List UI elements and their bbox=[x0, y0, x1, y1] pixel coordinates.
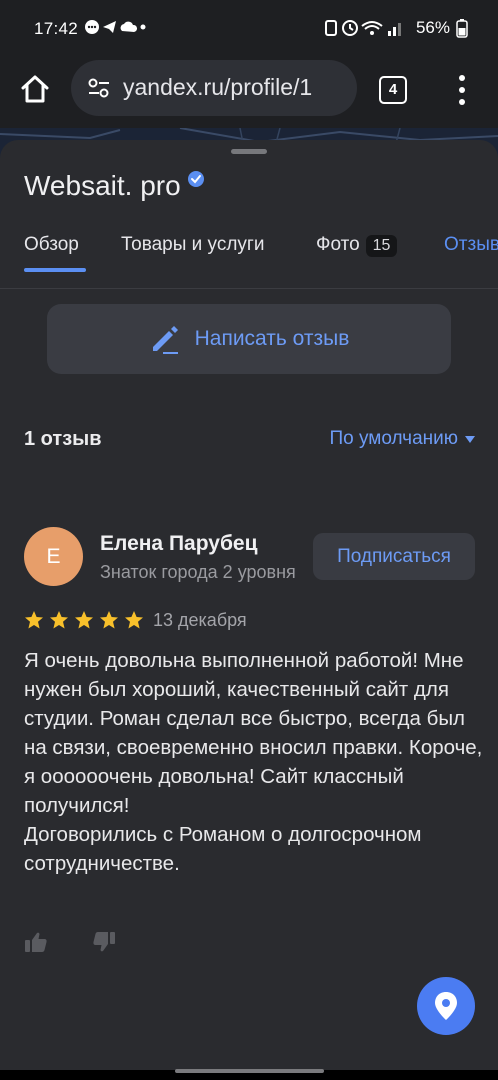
tab-goods-services[interactable]: Товары и услуги bbox=[121, 234, 264, 256]
org-name: Websait. pro bbox=[24, 170, 181, 201]
star-icon bbox=[50, 611, 68, 629]
place-card-sheet: Websait. pro Обзор Товары и услуги Фото 1… bbox=[0, 140, 498, 1070]
subscribe-button[interactable]: Подписаться bbox=[313, 533, 475, 580]
battery-icon bbox=[456, 19, 468, 38]
system-icons: 56% bbox=[324, 18, 468, 38]
map-pin-icon bbox=[435, 992, 457, 1020]
like-button[interactable] bbox=[24, 931, 48, 958]
star-icon bbox=[25, 611, 43, 629]
pencil-icon bbox=[152, 326, 178, 354]
active-tab-indicator bbox=[24, 268, 86, 272]
star-icon bbox=[75, 611, 93, 629]
star-icon bbox=[100, 611, 118, 629]
caret-down-icon bbox=[465, 436, 475, 443]
more-vert-icon[interactable] bbox=[455, 72, 469, 106]
review-date: 13 декабря bbox=[153, 610, 247, 630]
tab-overview[interactable]: Обзор bbox=[24, 234, 79, 256]
tabs-bar: Обзор Товары и услуги Фото15 Отзывы bbox=[0, 230, 498, 289]
home-button[interactable] bbox=[18, 72, 52, 106]
notification-icons bbox=[84, 17, 146, 37]
browser-toolbar: yandex.ru/profile/1 4 bbox=[0, 58, 498, 128]
review-paragraph: Я очень довольна выполненной работой! Мн… bbox=[24, 649, 483, 817]
sheet-grabber[interactable] bbox=[231, 149, 267, 154]
star-icon bbox=[125, 611, 143, 629]
sort-label: По умолчанию bbox=[329, 428, 459, 449]
review-paragraph: Договорились с Романом о долгосрочном со… bbox=[24, 823, 422, 875]
org-title-row: Websait. pro bbox=[24, 170, 205, 202]
dislike-button[interactable] bbox=[92, 931, 116, 958]
avatar[interactable]: Е bbox=[24, 527, 83, 586]
tab-reviews[interactable]: Отзывы bbox=[444, 234, 498, 256]
notification-icons-glyphs bbox=[85, 20, 146, 34]
write-review-label: Написать отзыв bbox=[194, 327, 350, 350]
sort-dropdown[interactable]: По умолчанию bbox=[330, 428, 477, 450]
route-fab-button[interactable] bbox=[417, 977, 475, 1035]
status-time: 17:42 bbox=[34, 19, 79, 38]
battery-level: 56% bbox=[415, 18, 450, 37]
url-text: yandex.ru/profile/1 bbox=[123, 74, 313, 100]
review-author-name[interactable]: Елена Парубец bbox=[100, 532, 258, 556]
thumb-up-icon bbox=[25, 932, 47, 952]
reviews-count: 1 отзыв bbox=[24, 428, 102, 450]
tab-photos[interactable]: Фото 15 bbox=[316, 234, 398, 257]
review-text: Я очень довольна выполненной работой! Мн… bbox=[24, 646, 484, 878]
review-author-status: Знаток города 2 уровня bbox=[100, 562, 296, 582]
status-bar: 17:42 56% bbox=[0, 0, 498, 58]
gesture-handle[interactable] bbox=[175, 1069, 324, 1073]
write-review-button[interactable]: Написать отзыв bbox=[47, 304, 451, 374]
site-settings-icon bbox=[88, 78, 109, 98]
review-rating bbox=[24, 610, 144, 630]
thumb-down-icon bbox=[93, 932, 115, 952]
photo-count-badge: 15 bbox=[365, 235, 398, 257]
verified-icon bbox=[187, 171, 204, 187]
system-icons-glyphs bbox=[324, 20, 401, 36]
tabs-button[interactable]: 4 bbox=[379, 76, 407, 104]
tab-photos-label: Фото bbox=[316, 234, 360, 255]
home-icon bbox=[21, 75, 49, 103]
address-bar[interactable]: yandex.ru/profile/1 bbox=[71, 60, 357, 116]
